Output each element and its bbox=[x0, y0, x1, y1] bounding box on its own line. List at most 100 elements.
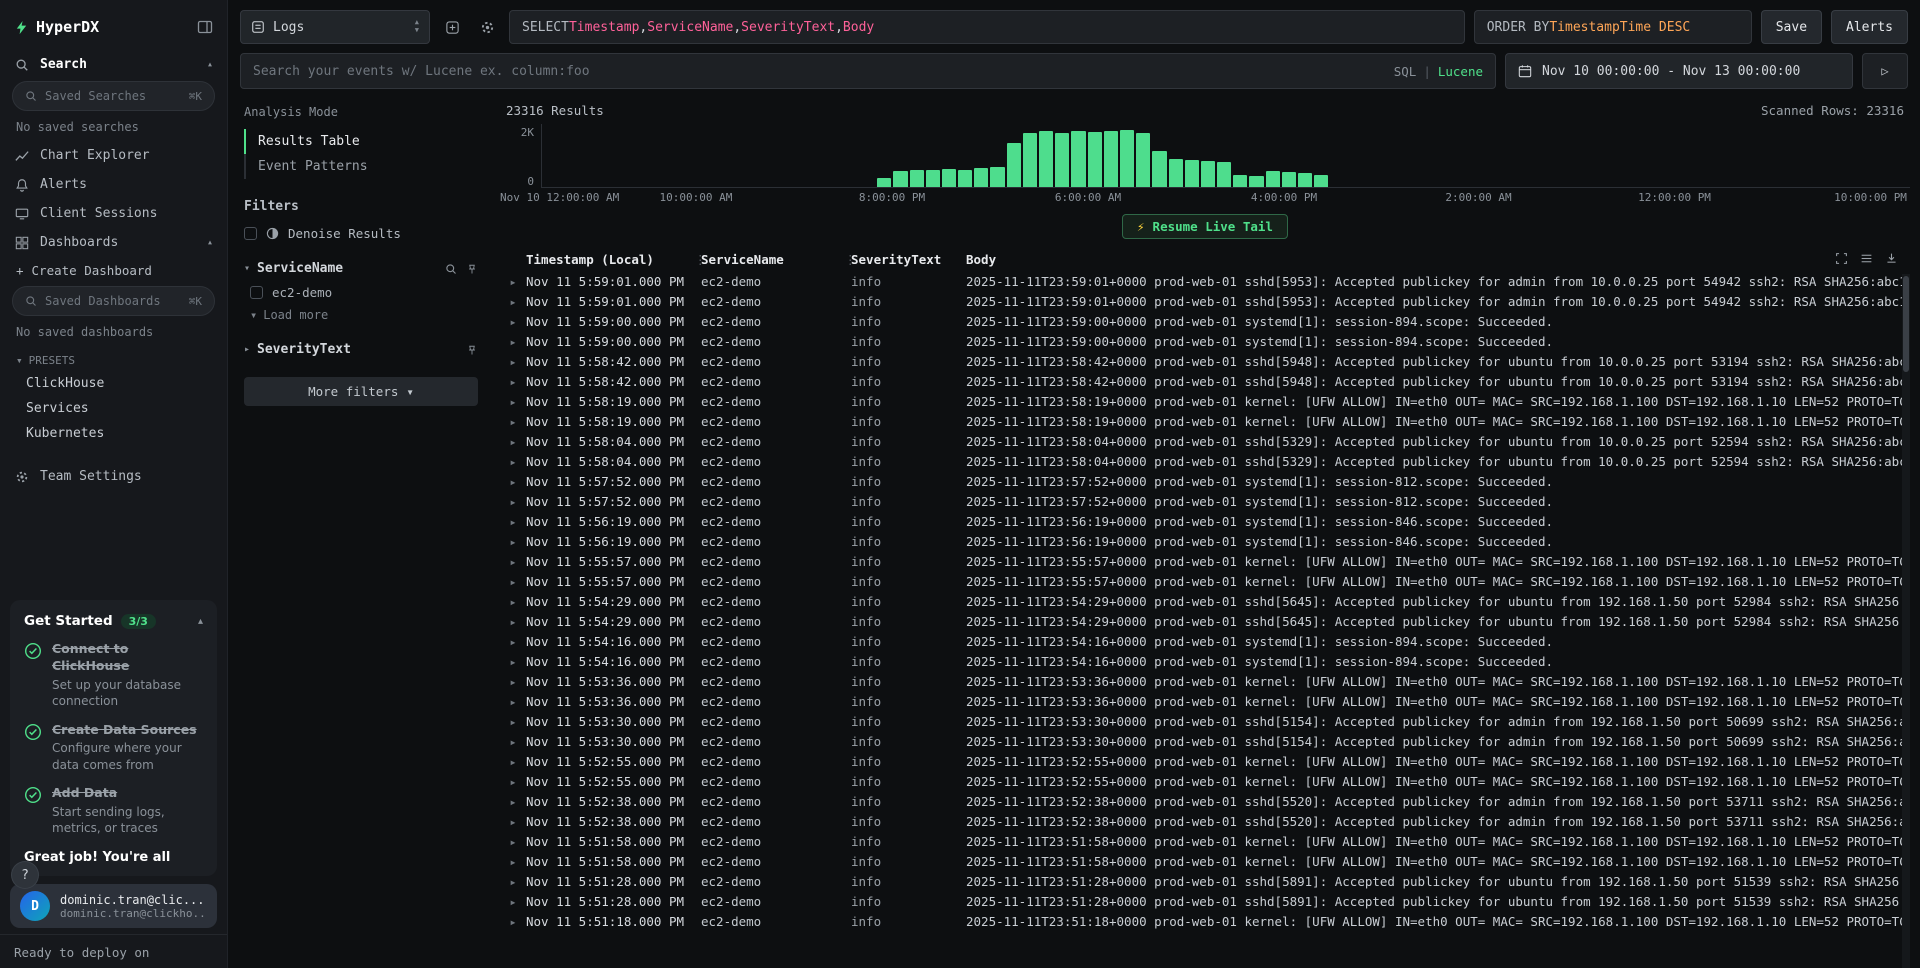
language-sql-option[interactable]: SQL bbox=[1394, 64, 1417, 79]
row-expand-icon[interactable]: ▸ bbox=[500, 772, 526, 792]
create-dashboard-button[interactable]: + Create Dashboard bbox=[0, 257, 227, 284]
table-row[interactable]: ▸Nov 11 5:53:30.000 PMec2-demoinfo2025-1… bbox=[500, 712, 1910, 732]
select-columns-input[interactable]: SELECT Timestamp,ServiceName,SeverityTex… bbox=[509, 10, 1465, 44]
get-started-header[interactable]: Get Started 3/3 ▴ bbox=[24, 613, 203, 629]
sidebar-item-dashboards[interactable]: Dashboards ▴ bbox=[0, 228, 227, 257]
load-more-button[interactable]: ▾ Load more bbox=[244, 300, 478, 322]
row-expand-icon[interactable]: ▸ bbox=[500, 352, 526, 372]
row-expand-icon[interactable]: ▸ bbox=[500, 612, 526, 632]
column-header-servicename[interactable]: ⋮ServiceName bbox=[701, 252, 851, 267]
table-row[interactable]: ▸Nov 11 5:58:19.000 PMec2-demoinfo2025-1… bbox=[500, 412, 1910, 432]
table-row[interactable]: ▸Nov 11 5:53:30.000 PMec2-demoinfo2025-1… bbox=[500, 732, 1910, 752]
column-header-timestamp[interactable]: Timestamp (Local) bbox=[526, 252, 701, 267]
saved-dashboards-input[interactable]: Saved Dashboards ⌘K bbox=[12, 286, 215, 316]
download-csv-icon[interactable] bbox=[1885, 252, 1898, 267]
row-density-icon[interactable] bbox=[1860, 252, 1873, 267]
row-expand-icon[interactable]: ▸ bbox=[500, 512, 526, 532]
sidebar-item-alerts[interactable]: Alerts bbox=[0, 170, 227, 199]
row-expand-icon[interactable]: ▸ bbox=[500, 852, 526, 872]
table-row[interactable]: ▸Nov 11 5:51:28.000 PMec2-demoinfo2025-1… bbox=[500, 872, 1910, 892]
table-row[interactable]: ▸Nov 11 5:56:19.000 PMec2-demoinfo2025-1… bbox=[500, 532, 1910, 552]
add-source-button[interactable] bbox=[439, 10, 465, 44]
mode-event-patterns[interactable]: Event Patterns bbox=[244, 154, 478, 179]
source-select[interactable]: Logs ▲▼ bbox=[240, 10, 430, 44]
source-settings-button[interactable] bbox=[474, 10, 500, 44]
row-expand-icon[interactable]: ▸ bbox=[500, 312, 526, 332]
table-row[interactable]: ▸Nov 11 5:58:04.000 PMec2-demoinfo2025-1… bbox=[500, 432, 1910, 452]
table-row[interactable]: ▸Nov 11 5:52:55.000 PMec2-demoinfo2025-1… bbox=[500, 772, 1910, 792]
user-menu[interactable]: D dominic.tran@clic... dominic.tran@clic… bbox=[10, 884, 217, 928]
sidebar-item-chart-explorer[interactable]: Chart Explorer bbox=[0, 141, 227, 170]
sidebar-collapse-icon[interactable] bbox=[197, 19, 213, 35]
table-row[interactable]: ▸Nov 11 5:55:57.000 PMec2-demoinfo2025-1… bbox=[500, 552, 1910, 572]
row-expand-icon[interactable]: ▸ bbox=[500, 552, 526, 572]
row-expand-icon[interactable]: ▸ bbox=[500, 832, 526, 852]
column-resize-handle[interactable]: ⋮ bbox=[694, 252, 707, 267]
table-row[interactable]: ▸Nov 11 5:53:36.000 PMec2-demoinfo2025-1… bbox=[500, 692, 1910, 712]
row-expand-icon[interactable]: ▸ bbox=[500, 692, 526, 712]
mode-results-table[interactable]: Results Table bbox=[244, 129, 478, 154]
row-expand-icon[interactable]: ▸ bbox=[500, 592, 526, 612]
sidebar-item-clickhouse[interactable]: ClickHouse bbox=[0, 371, 227, 396]
row-expand-icon[interactable]: ▸ bbox=[500, 472, 526, 492]
row-expand-icon[interactable]: ▸ bbox=[500, 912, 526, 932]
row-expand-icon[interactable]: ▸ bbox=[500, 572, 526, 592]
order-by-input[interactable]: ORDER BY TimestampTime DESC bbox=[1474, 10, 1752, 44]
presets-section-toggle[interactable]: ▾ PRESETS bbox=[0, 346, 227, 371]
table-row[interactable]: ▸Nov 11 5:54:16.000 PMec2-demoinfo2025-1… bbox=[500, 632, 1910, 652]
saved-searches-input[interactable]: Saved Searches ⌘K bbox=[12, 81, 215, 111]
more-filters-button[interactable]: More filters ▾ bbox=[244, 377, 478, 406]
row-expand-icon[interactable]: ▸ bbox=[500, 652, 526, 672]
histogram-plot[interactable] bbox=[542, 124, 1910, 188]
column-resize-handle[interactable]: ⋮ bbox=[844, 252, 857, 267]
table-row[interactable]: ▸Nov 11 5:56:19.000 PMec2-demoinfo2025-1… bbox=[500, 512, 1910, 532]
alerts-button[interactable]: Alerts bbox=[1831, 10, 1908, 44]
get-started-step-add-data[interactable]: Add Data Start sending logs, metrics, or… bbox=[24, 785, 203, 836]
brand-logo[interactable]: HyperDX bbox=[14, 18, 99, 36]
table-row[interactable]: ▸Nov 11 5:52:55.000 PMec2-demoinfo2025-1… bbox=[500, 752, 1910, 772]
table-row[interactable]: ▸Nov 11 5:59:00.000 PMec2-demoinfo2025-1… bbox=[500, 312, 1910, 332]
get-started-step-sources[interactable]: Create Data Sources Configure where your… bbox=[24, 722, 203, 773]
row-expand-icon[interactable]: ▸ bbox=[500, 432, 526, 452]
row-expand-icon[interactable]: ▸ bbox=[500, 752, 526, 772]
date-range-picker[interactable]: Nov 10 00:00:00 - Nov 13 00:00:00 bbox=[1505, 53, 1853, 89]
save-button[interactable]: Save bbox=[1761, 10, 1822, 44]
table-row[interactable]: ▸Nov 11 5:52:38.000 PMec2-demoinfo2025-1… bbox=[500, 792, 1910, 812]
row-expand-icon[interactable]: ▸ bbox=[500, 492, 526, 512]
sidebar-item-client-sessions[interactable]: Client Sessions bbox=[0, 199, 227, 228]
sidebar-item-team-settings[interactable]: Team Settings bbox=[0, 462, 227, 491]
row-expand-icon[interactable]: ▸ bbox=[500, 872, 526, 892]
language-lucene-option[interactable]: Lucene bbox=[1438, 64, 1483, 79]
table-row[interactable]: ▸Nov 11 5:51:58.000 PMec2-demoinfo2025-1… bbox=[500, 832, 1910, 852]
expand-table-icon[interactable] bbox=[1835, 252, 1848, 267]
column-resize-handle[interactable]: ⋮ bbox=[966, 252, 972, 267]
row-expand-icon[interactable]: ▸ bbox=[500, 532, 526, 552]
sidebar-item-kubernetes[interactable]: Kubernetes bbox=[0, 421, 227, 446]
row-expand-icon[interactable]: ▸ bbox=[500, 812, 526, 832]
resume-live-tail-button[interactable]: ⚡ Resume Live Tail bbox=[1122, 214, 1288, 239]
table-row[interactable]: ▸Nov 11 5:55:57.000 PMec2-demoinfo2025-1… bbox=[500, 572, 1910, 592]
row-expand-icon[interactable]: ▸ bbox=[500, 792, 526, 812]
table-row[interactable]: ▸Nov 11 5:57:52.000 PMec2-demoinfo2025-1… bbox=[500, 472, 1910, 492]
table-row[interactable]: ▸Nov 11 5:59:00.000 PMec2-demoinfo2025-1… bbox=[500, 332, 1910, 352]
table-row[interactable]: ▸Nov 11 5:58:04.000 PMec2-demoinfo2025-1… bbox=[500, 452, 1910, 472]
table-row[interactable]: ▸Nov 11 5:58:19.000 PMec2-demoinfo2025-1… bbox=[500, 392, 1910, 412]
column-header-body[interactable]: ⋮Body bbox=[966, 252, 1910, 267]
facet-pin-icon[interactable] bbox=[466, 344, 478, 356]
row-expand-icon[interactable]: ▸ bbox=[500, 632, 526, 652]
table-row[interactable]: ▸Nov 11 5:54:16.000 PMec2-demoinfo2025-1… bbox=[500, 652, 1910, 672]
facet-servicename-header[interactable]: ▾ ServiceName bbox=[244, 261, 478, 276]
table-row[interactable]: ▸Nov 11 5:58:42.000 PMec2-demoinfo2025-1… bbox=[500, 352, 1910, 372]
sidebar-item-services[interactable]: Services bbox=[0, 396, 227, 421]
row-expand-icon[interactable]: ▸ bbox=[500, 332, 526, 352]
checkbox[interactable] bbox=[244, 227, 257, 240]
table-row[interactable]: ▸Nov 11 5:57:52.000 PMec2-demoinfo2025-1… bbox=[500, 492, 1910, 512]
checkbox[interactable] bbox=[250, 286, 263, 299]
row-expand-icon[interactable]: ▸ bbox=[500, 392, 526, 412]
search-events-input[interactable]: Search your events w/ Lucene ex. column:… bbox=[240, 53, 1496, 89]
facet-value-ec2-demo[interactable]: ec2-demo bbox=[244, 276, 478, 300]
table-row[interactable]: ▸Nov 11 5:53:36.000 PMec2-demoinfo2025-1… bbox=[500, 672, 1910, 692]
get-started-step-connect[interactable]: Connect to ClickHouse Set up your databa… bbox=[24, 641, 203, 709]
table-row[interactable]: ▸Nov 11 5:58:42.000 PMec2-demoinfo2025-1… bbox=[500, 372, 1910, 392]
row-expand-icon[interactable]: ▸ bbox=[500, 452, 526, 472]
